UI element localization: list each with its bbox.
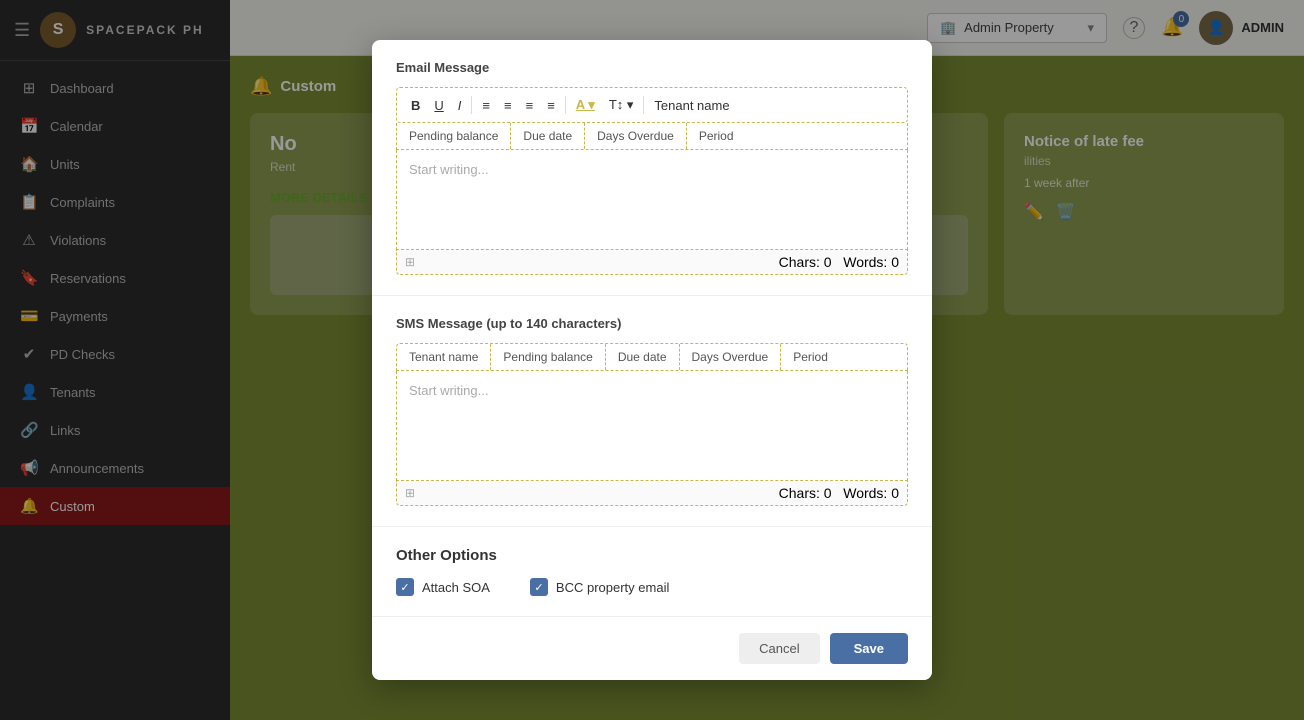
email-section-label: Email Message bbox=[396, 60, 908, 75]
period-tag-email[interactable]: Period bbox=[687, 123, 746, 149]
sms-tags-row: Tenant name Pending balance Due date Day… bbox=[396, 343, 908, 371]
toolbar-divider-3 bbox=[643, 96, 644, 114]
font-color-button[interactable]: A ▾ bbox=[570, 94, 601, 116]
bcc-email-label: BCC property email bbox=[556, 580, 669, 595]
sms-section-label: SMS Message (up to 140 characters) bbox=[396, 316, 908, 331]
align-left-button[interactable]: ≡ bbox=[476, 95, 496, 116]
toolbar-divider-2 bbox=[565, 96, 566, 114]
email-tags-row: Pending balance Due date Days Overdue Pe… bbox=[396, 123, 908, 150]
email-section: Email Message B U I ≡ ≡ ≡ ≡ A ▾ T↕ ▾ Ten… bbox=[372, 40, 932, 295]
pending-balance-tag-email[interactable]: Pending balance bbox=[397, 123, 511, 149]
email-sms-modal: Email Message B U I ≡ ≡ ≡ ≡ A ▾ T↕ ▾ Ten… bbox=[372, 40, 932, 680]
sms-editor-body[interactable]: Start writing... bbox=[396, 371, 908, 481]
email-chars: Chars: 0 bbox=[779, 254, 832, 270]
email-placeholder: Start writing... bbox=[409, 162, 488, 177]
sms-char-word-count: Chars: 0 Words: 0 bbox=[779, 485, 899, 501]
attach-soa-label: Attach SOA bbox=[422, 580, 490, 595]
attach-soa-checkbox[interactable]: ✓ bbox=[396, 578, 414, 596]
sms-words: Words: 0 bbox=[843, 485, 899, 501]
other-options-section: Other Options ✓ Attach SOA ✓ BCC propert… bbox=[372, 526, 932, 616]
bold-button[interactable]: B bbox=[405, 95, 426, 116]
save-button[interactable]: Save bbox=[830, 633, 908, 664]
cancel-button[interactable]: Cancel bbox=[739, 633, 819, 664]
due-date-tag-email[interactable]: Due date bbox=[511, 123, 585, 149]
bcc-email-option: ✓ BCC property email bbox=[530, 578, 669, 596]
align-center-button[interactable]: ≡ bbox=[498, 95, 518, 116]
modal-footer: Cancel Save bbox=[372, 616, 932, 680]
modal-overlay: Email Message B U I ≡ ≡ ≡ ≡ A ▾ T↕ ▾ Ten… bbox=[0, 0, 1304, 720]
attach-soa-option: ✓ Attach SOA bbox=[396, 578, 490, 596]
email-char-word-count: Chars: 0 Words: 0 bbox=[779, 254, 899, 270]
days-overdue-tag-sms[interactable]: Days Overdue bbox=[680, 344, 782, 370]
sms-section: SMS Message (up to 140 characters) Tenan… bbox=[372, 295, 932, 526]
sms-resize-icon: ⊞ bbox=[405, 486, 415, 500]
days-overdue-tag-email[interactable]: Days Overdue bbox=[585, 123, 687, 149]
resize-icon: ⊞ bbox=[405, 255, 415, 269]
sms-placeholder: Start writing... bbox=[409, 383, 488, 398]
align-right-button[interactable]: ≡ bbox=[520, 95, 540, 116]
underline-button[interactable]: U bbox=[428, 95, 449, 116]
sms-chars: Chars: 0 bbox=[779, 485, 832, 501]
other-options-title: Other Options bbox=[396, 547, 908, 564]
toolbar-divider bbox=[471, 96, 472, 114]
align-justify-button[interactable]: ≡ bbox=[541, 95, 561, 116]
bcc-email-checkbox[interactable]: ✓ bbox=[530, 578, 548, 596]
options-row: ✓ Attach SOA ✓ BCC property email bbox=[396, 578, 908, 596]
email-words: Words: 0 bbox=[843, 254, 899, 270]
font-size-button[interactable]: T↕ ▾ bbox=[603, 94, 640, 116]
email-editor-footer: ⊞ Chars: 0 Words: 0 bbox=[396, 250, 908, 275]
email-toolbar: B U I ≡ ≡ ≡ ≡ A ▾ T↕ ▾ Tenant name bbox=[396, 87, 908, 123]
pending-balance-tag-sms[interactable]: Pending balance bbox=[491, 344, 605, 370]
tenant-name-tag-email[interactable]: Tenant name bbox=[648, 95, 735, 116]
period-tag-sms[interactable]: Period bbox=[781, 344, 840, 370]
italic-button[interactable]: I bbox=[452, 95, 468, 116]
tenant-name-tag-sms[interactable]: Tenant name bbox=[397, 344, 491, 370]
due-date-tag-sms[interactable]: Due date bbox=[606, 344, 680, 370]
email-editor-body[interactable]: Start writing... bbox=[396, 150, 908, 250]
sms-editor-footer: ⊞ Chars: 0 Words: 0 bbox=[396, 481, 908, 506]
